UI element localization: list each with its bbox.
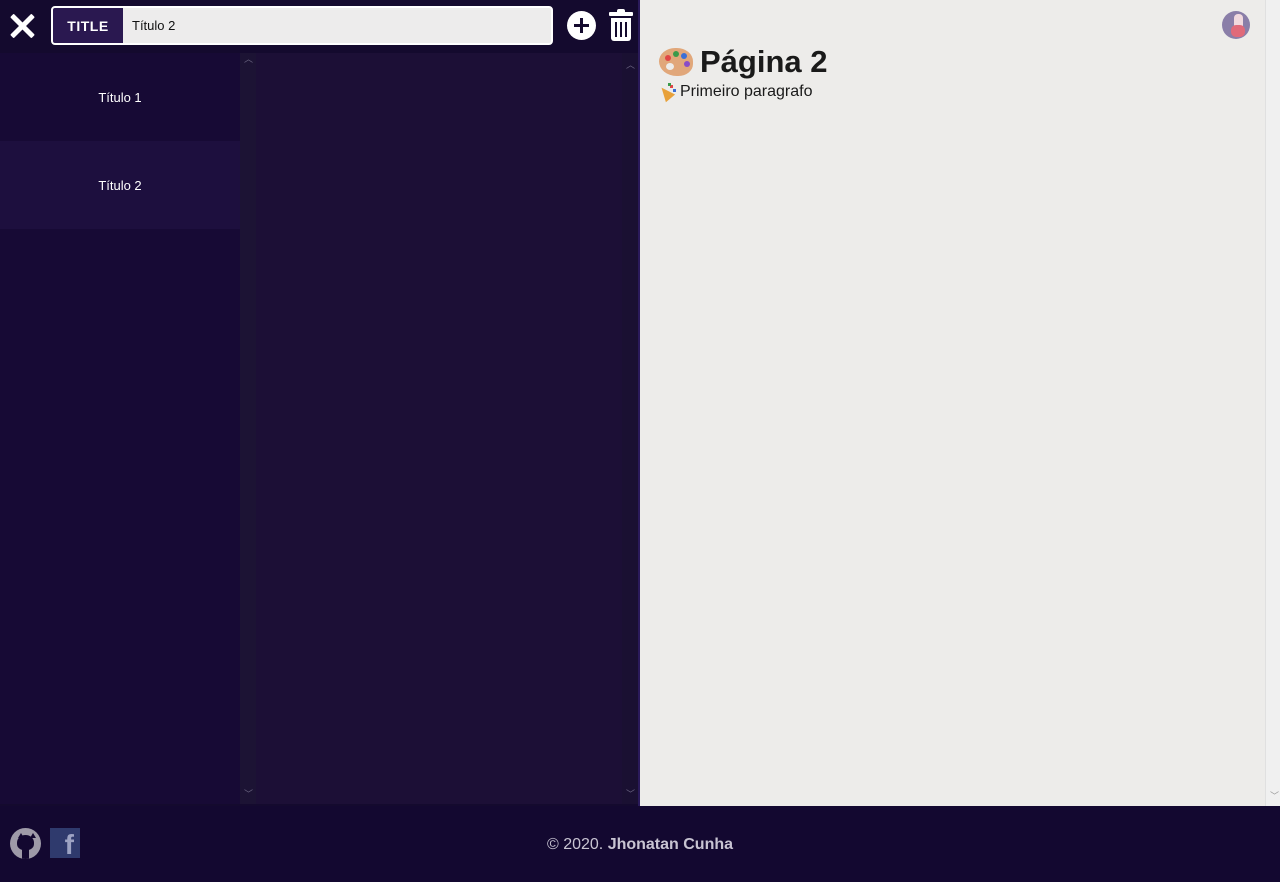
scroll-up-icon[interactable]: ︿	[244, 55, 253, 64]
editor-scrollbar[interactable]: ︿ ﹀	[622, 53, 638, 804]
party-popper-icon	[656, 83, 677, 103]
list-item-label: Título 1	[98, 89, 142, 105]
paragraph: Primeiro paragrafo	[656, 83, 813, 103]
page-heading: Página 2	[700, 44, 828, 79]
copyright-prefix: © 2020.	[546, 836, 604, 853]
scroll-down-icon[interactable]: ﹀	[1270, 792, 1279, 801]
page-list-scrollbar[interactable]: ︿ ﹀	[240, 53, 256, 804]
footer: f © 2020. Jhonatan Cunha	[0, 806, 1280, 882]
page-list: Título 1 Título 2	[0, 53, 240, 804]
avatar[interactable]	[1222, 11, 1250, 39]
page-title: Página 2	[659, 44, 828, 80]
preview-pane: Página 2 Primeiro paragrafo	[640, 0, 1265, 806]
trash-icon[interactable]	[609, 9, 633, 41]
title-tag: TITLE	[53, 8, 123, 43]
markdown-editor[interactable]	[256, 53, 622, 804]
title-input[interactable]	[123, 8, 551, 43]
close-icon[interactable]	[8, 12, 36, 40]
preview-scrollbar[interactable]: ﹀	[1265, 0, 1280, 806]
list-item[interactable]: Título 2	[0, 141, 240, 229]
scroll-down-icon[interactable]: ﹀	[626, 790, 635, 799]
list-item-label: Título 2	[98, 177, 142, 193]
add-page-button[interactable]	[567, 11, 596, 40]
copyright: © 2020. Jhonatan Cunha	[0, 836, 1280, 854]
scroll-down-icon[interactable]: ﹀	[244, 790, 253, 799]
scroll-up-icon[interactable]: ︿	[626, 61, 635, 70]
title-field: TITLE	[51, 6, 553, 45]
list-item[interactable]: Título 1	[0, 53, 240, 141]
toolbar: TITLE	[0, 0, 640, 53]
palette-icon	[659, 47, 693, 77]
paragraph-text: Primeiro paragrafo	[680, 83, 813, 100]
author-name: Jhonatan Cunha	[607, 836, 734, 853]
